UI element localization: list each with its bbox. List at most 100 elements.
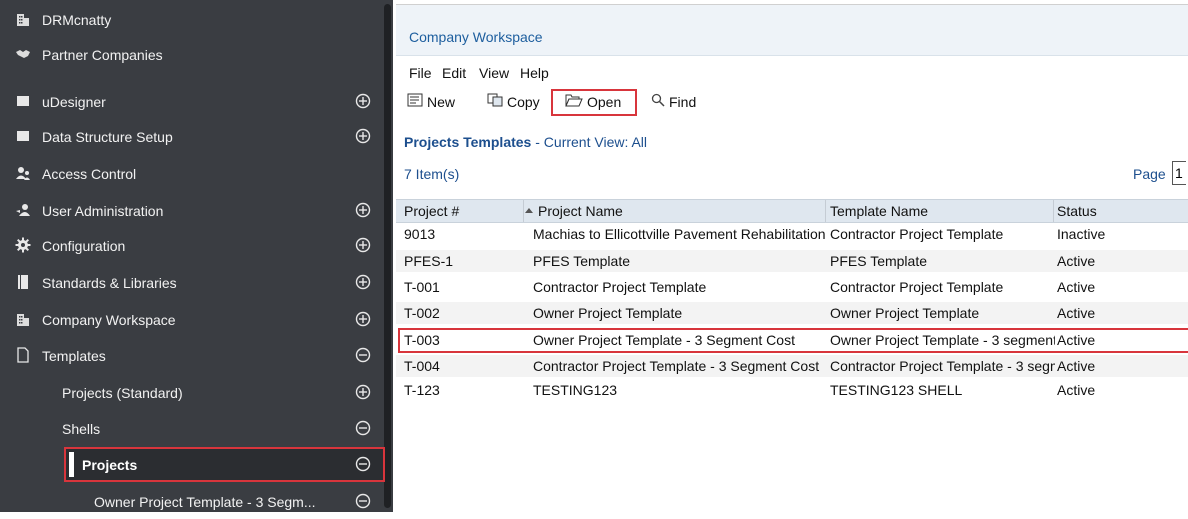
table-row[interactable]: T-002 Owner Project Template Owner Proje… xyxy=(396,302,1188,324)
column-header-status[interactable]: Status xyxy=(1057,203,1097,219)
expand-icon[interactable] xyxy=(355,237,371,253)
sidebar-scrollbar[interactable] xyxy=(384,4,391,508)
current-view: - Current View: All xyxy=(531,134,648,150)
sidebar-item-standards-libraries[interactable]: Standards & Libraries xyxy=(0,265,384,300)
cell-status: Active xyxy=(1057,253,1096,269)
grid-title: Projects Templates xyxy=(404,134,532,150)
sidebar-item-udesigner[interactable]: uDesigner xyxy=(0,84,384,119)
workspace-header: Company Workspace xyxy=(396,5,1188,56)
sidebar-item-label: Partner Companies xyxy=(42,46,163,63)
table-header: Project # Project Name Template Name Sta… xyxy=(396,199,1188,223)
sidebar-item-label: Projects (Standard) xyxy=(62,384,183,401)
open-highlight xyxy=(551,89,637,116)
table-row[interactable]: T-001 Contractor Project Template Contra… xyxy=(396,276,1188,298)
sidebar-item-label: Shells xyxy=(62,420,101,437)
search-icon xyxy=(651,93,665,110)
column-header-template-name[interactable]: Template Name xyxy=(830,203,928,219)
building-icon xyxy=(15,11,31,27)
cell-project-number: T-123 xyxy=(404,382,440,398)
new-label: New xyxy=(427,93,456,110)
sidebar-item-drmcnatty[interactable]: DRMcnatty xyxy=(0,2,384,37)
sidebar-item-templates[interactable]: Templates xyxy=(0,338,384,373)
sidebar-item-label: User Administration xyxy=(42,202,164,219)
cell-status: Active xyxy=(1057,305,1096,321)
collapse-icon[interactable] xyxy=(355,347,371,363)
sidebar-item-label: uDesigner xyxy=(42,93,106,110)
cell-project-number: T-002 xyxy=(404,305,440,321)
collapse-icon[interactable] xyxy=(355,420,371,436)
sidebar-item-shells[interactable]: Shells xyxy=(0,411,384,446)
item-count: 7 Item(s) xyxy=(404,166,460,182)
expand-icon[interactable] xyxy=(355,311,371,327)
new-button[interactable]: New xyxy=(407,93,455,110)
cell-project-name: Owner Project Template xyxy=(533,305,683,321)
cell-status: Active xyxy=(1057,382,1096,398)
copy-icon xyxy=(487,93,503,110)
cell-template-name: Contractor Project Template xyxy=(830,279,1004,295)
sort-ascending-icon[interactable] xyxy=(524,203,534,219)
cell-project-number: T-001 xyxy=(404,279,440,295)
find-label: Find xyxy=(669,93,697,110)
table-row[interactable]: T-004 Contractor Project Template - 3 Se… xyxy=(396,355,1188,377)
expand-icon[interactable] xyxy=(355,202,371,218)
user-admin-icon xyxy=(15,202,31,218)
expand-icon[interactable] xyxy=(355,93,371,109)
sidebar-item-partner-companies[interactable]: Partner Companies xyxy=(0,37,384,72)
sidebar-item-access-control[interactable]: Access Control xyxy=(0,156,384,191)
selection-highlight xyxy=(64,447,385,482)
cell-project-name: PFES Template xyxy=(533,253,631,269)
square-icon xyxy=(15,93,31,109)
column-header-project-number[interactable]: Project # xyxy=(404,203,459,219)
menu-help[interactable]: Help xyxy=(520,65,549,81)
expand-icon[interactable] xyxy=(355,384,371,400)
cell-template-name: Owner Project Template xyxy=(830,305,980,321)
building-icon xyxy=(15,311,31,327)
menu-view[interactable]: View xyxy=(479,65,509,81)
sidebar-item-label: Configuration xyxy=(42,237,126,254)
cell-project-number: PFES-1 xyxy=(404,253,454,269)
menu-bar: File Edit View Help xyxy=(396,58,1188,88)
menu-edit[interactable]: Edit xyxy=(442,65,466,81)
sidebar-item-label: Company Workspace xyxy=(42,311,176,328)
expand-icon[interactable] xyxy=(355,128,371,144)
find-button[interactable]: Find xyxy=(651,93,696,110)
table-row[interactable]: 9013 Machias to Ellicottville Pavement R… xyxy=(396,223,1188,245)
column-divider xyxy=(825,200,826,222)
main-panel: Company Workspace File Edit View Help Ne… xyxy=(396,0,1188,512)
expand-icon[interactable] xyxy=(355,274,371,290)
cell-project-number: 9013 xyxy=(404,226,436,242)
row-highlight xyxy=(398,328,1188,353)
page-label: Page xyxy=(1133,166,1166,182)
column-header-project-name[interactable]: Project Name xyxy=(538,203,623,219)
sidebar-item-label: DRMcnatty xyxy=(42,11,112,28)
sidebar-item-data-structure-setup[interactable]: Data Structure Setup xyxy=(0,119,384,154)
new-icon xyxy=(407,93,423,110)
cell-status: Inactive xyxy=(1057,226,1106,242)
page-title: Company Workspace xyxy=(409,29,543,45)
sidebar-item-owner-project-template[interactable]: Owner Project Template - 3 Segm... xyxy=(0,484,384,519)
cell-project-name: Contractor Project Template - 3 Segment … xyxy=(533,358,820,374)
table-row[interactable]: PFES-1 PFES Template PFES Template Activ… xyxy=(396,250,1188,272)
navigation-sidebar: DRMcnatty Partner Companies uDesigner Da… xyxy=(0,0,393,512)
cell-template-name: PFES Template xyxy=(830,253,928,269)
sidebar-item-configuration[interactable]: Configuration xyxy=(0,228,384,263)
cell-project-number: T-004 xyxy=(404,358,440,374)
document-icon xyxy=(15,347,31,363)
cell-template-name: Contractor Project Template xyxy=(830,226,1004,242)
page-number-input[interactable]: 1 xyxy=(1172,161,1186,185)
cell-template-name: TESTING123 SHELL xyxy=(830,382,963,398)
sidebar-item-label: Standards & Libraries xyxy=(42,274,177,291)
cell-project-name: Contractor Project Template xyxy=(533,279,707,295)
collapse-icon[interactable] xyxy=(355,493,371,509)
book-icon xyxy=(15,274,31,290)
sidebar-item-company-workspace[interactable]: Company Workspace xyxy=(0,302,384,337)
table-row[interactable]: T-123 TESTING123 TESTING123 SHELL Active xyxy=(396,379,1188,401)
menu-file[interactable]: File xyxy=(409,65,432,81)
copy-button[interactable]: Copy xyxy=(487,93,540,110)
sidebar-item-label: Data Structure Setup xyxy=(42,128,173,145)
handshake-icon xyxy=(15,46,31,62)
gear-icon xyxy=(15,237,31,253)
cell-status: Active xyxy=(1057,358,1096,374)
sidebar-item-projects-standard[interactable]: Projects (Standard) xyxy=(0,375,384,410)
sidebar-item-user-administration[interactable]: User Administration xyxy=(0,193,384,228)
